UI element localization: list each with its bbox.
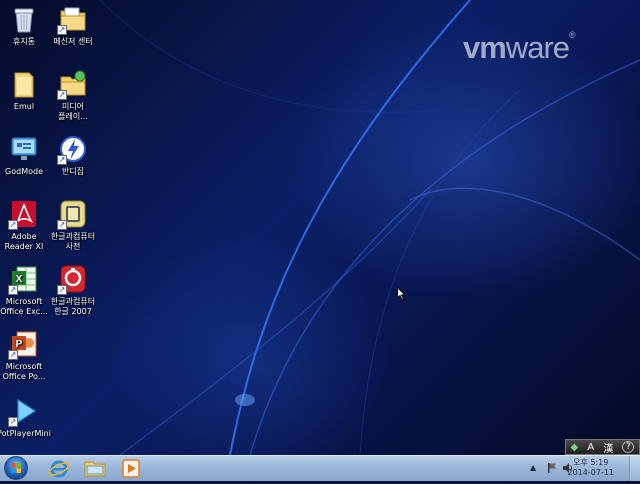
internet-explorer-icon <box>48 460 70 478</box>
bandizip-icon: ↗ <box>57 134 88 165</box>
shortcut-arrow-icon: ↗ <box>57 90 67 100</box>
shortcut-arrow-icon: ↗ <box>57 285 67 295</box>
desktop-icon-bandizip[interactable]: ↗ 반디집 <box>43 134 103 177</box>
hanja-conversion-button[interactable]: 漢 <box>603 440 613 455</box>
folder-shortcut-icon: ↗ <box>57 69 88 100</box>
svg-text:X: X <box>16 274 23 285</box>
icon-label: 메신저 센터 <box>53 37 93 46</box>
vmware-logo-ware: ware <box>505 30 570 65</box>
recycle-bin-icon <box>9 4 39 34</box>
icon-label: 미디어 플레이... <box>58 102 88 121</box>
icon-label: PotPlayerMini <box>0 429 51 438</box>
shortcut-arrow-icon: ↗ <box>57 25 67 35</box>
icon-label: 한글과컴퓨터 한글 2007 <box>50 297 96 316</box>
taskbar-internet-explorer[interactable] <box>44 457 74 480</box>
taskbar-media-player[interactable] <box>116 457 146 480</box>
desktop[interactable]: vmware® 휴지통 Emul GodMode ↗ Adobe Reader … <box>0 0 640 455</box>
media-player-icon <box>122 459 140 478</box>
start-button[interactable] <box>4 456 28 480</box>
language-bar[interactable]: ◆ A 漢 ? <box>565 439 640 455</box>
desktop-icon-hangul-2007[interactable]: ↗ 한글과컴퓨터 한글 2007 <box>43 264 103 317</box>
control-panel-icon <box>9 134 39 164</box>
show-hidden-icons-button[interactable]: ▲ <box>530 463 536 472</box>
vmware-logo: vmware® <box>463 30 576 66</box>
desktop-icon-messenger-center[interactable]: ↗ 메신저 센터 <box>43 4 103 47</box>
folder-icon <box>9 69 39 99</box>
clock-date: 2014-07-11 <box>567 468 615 477</box>
shortcut-arrow-icon: ↗ <box>57 220 67 230</box>
folder-icon: ↗ <box>57 4 88 35</box>
desktop-icon-powerpoint[interactable]: P ↗ Microsoft Office Po... <box>0 329 54 382</box>
desktop-icon-hancom-dictionary[interactable]: ↗ 한글과컴퓨터 사전 <box>43 199 103 252</box>
clock[interactable]: 오후 5:19 2014-07-11 <box>568 458 615 478</box>
clock-time: 오후 5:19 <box>573 458 609 467</box>
icon-label: Microsoft Office Po... <box>2 362 46 381</box>
svg-text:P: P <box>16 339 23 350</box>
show-desktop-button[interactable] <box>629 456 640 481</box>
adobe-reader-icon: ↗ <box>8 199 39 230</box>
action-center-flag-icon[interactable] <box>546 462 558 474</box>
vmware-logo-vm: vm <box>463 30 507 65</box>
shortcut-arrow-icon: ↗ <box>8 350 18 360</box>
shortcut-arrow-icon: ↗ <box>8 417 18 427</box>
powerpoint-icon: P ↗ <box>8 329 39 360</box>
shortcut-arrow-icon: ↗ <box>8 285 18 295</box>
taskbar: ▲ 오후 5:19 2014-07-11 <box>0 455 640 481</box>
mouse-cursor-icon <box>397 287 407 301</box>
input-mode-toggle[interactable]: A <box>587 442 594 453</box>
vmware-logo-reg: ® <box>569 30 576 40</box>
system-tray: ▲ 오후 5:19 2014-07-11 <box>520 456 640 481</box>
taskbar-windows-explorer[interactable] <box>80 457 110 480</box>
excel-icon: X ↗ <box>8 264 39 295</box>
desktop-icon-media-player[interactable]: ↗ 미디어 플레이... <box>43 69 103 122</box>
potplayer-icon: ↗ <box>8 396 39 427</box>
hancom-dictionary-icon: ↗ <box>57 199 88 230</box>
shortcut-arrow-icon: ↗ <box>8 220 18 230</box>
shortcut-arrow-icon: ↗ <box>57 155 67 165</box>
language-bar-help-button[interactable]: ? <box>622 441 635 453</box>
desktop-icon-potplayer[interactable]: ↗ PotPlayerMini <box>0 396 54 439</box>
windows-logo-icon <box>11 463 21 473</box>
icon-label: 한글과컴퓨터 사전 <box>50 232 96 251</box>
hangul-icon: ↗ <box>57 264 88 295</box>
icon-label: 반디집 <box>61 167 85 176</box>
language-bar-grip-icon[interactable]: ◆ <box>571 442 579 453</box>
explorer-folder-icon <box>84 461 106 477</box>
